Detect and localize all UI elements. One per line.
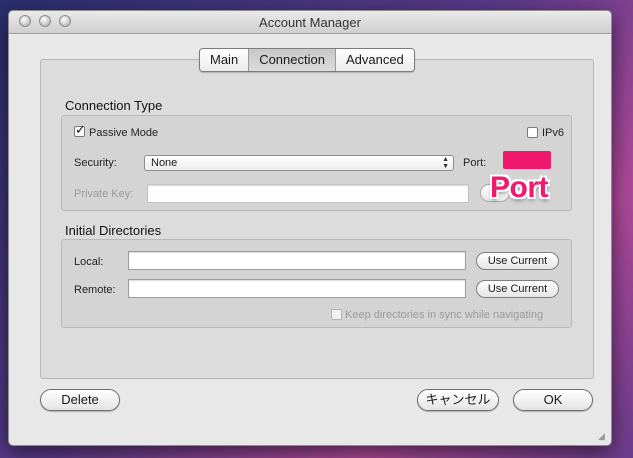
window-title: Account Manager [259,15,361,30]
ipv6-label: IPv6 [542,127,565,139]
tab-bar: Main Connection Advanced [199,48,415,72]
remote-use-current-button[interactable]: Use Current [476,280,559,298]
private-key-field[interactable] [147,184,469,203]
security-label: Security: [74,157,117,169]
port-field[interactable] [503,151,551,169]
keep-in-sync-checkbox[interactable] [331,309,342,320]
tab-connection[interactable]: Connection [248,49,335,71]
checkmark-icon: ✓ [75,122,86,137]
local-label: Local: [74,256,104,268]
local-use-current-button[interactable]: Use Current [476,252,559,270]
private-key-label: Private Key: [74,188,134,200]
tab-advanced[interactable]: Advanced [334,49,414,71]
updown-arrows-icon: ▲ ▼ [442,156,449,170]
resize-grip-icon[interactable]: ◢ [598,432,608,442]
security-select[interactable]: None ▲ ▼ [144,155,454,171]
port-label: Port: [463,157,487,169]
title-bar[interactable]: Account Manager [9,11,611,34]
port-callout-label: Port [490,171,549,204]
ok-button[interactable]: OK [513,389,593,411]
keep-in-sync-label: Keep directories in sync while navigatin… [345,309,544,321]
ipv6-checkbox[interactable] [527,127,538,138]
delete-button[interactable]: Delete [40,389,120,411]
initial-directories-heading: Initial Directories [65,223,162,238]
remote-label: Remote: [74,284,116,296]
account-manager-window: Account Manager Main Connection Advanced… [8,10,612,446]
tab-main[interactable]: Main [200,49,249,71]
connection-type-heading: Connection Type [65,98,163,113]
local-directory-field[interactable] [128,251,466,270]
remote-directory-field[interactable] [128,279,466,298]
passive-mode-checkbox[interactable]: ✓ [74,122,86,137]
passive-mode-label: Passive Mode [89,127,159,139]
cancel-button[interactable]: キャンセル [417,389,499,411]
security-select-value: None [151,157,178,169]
